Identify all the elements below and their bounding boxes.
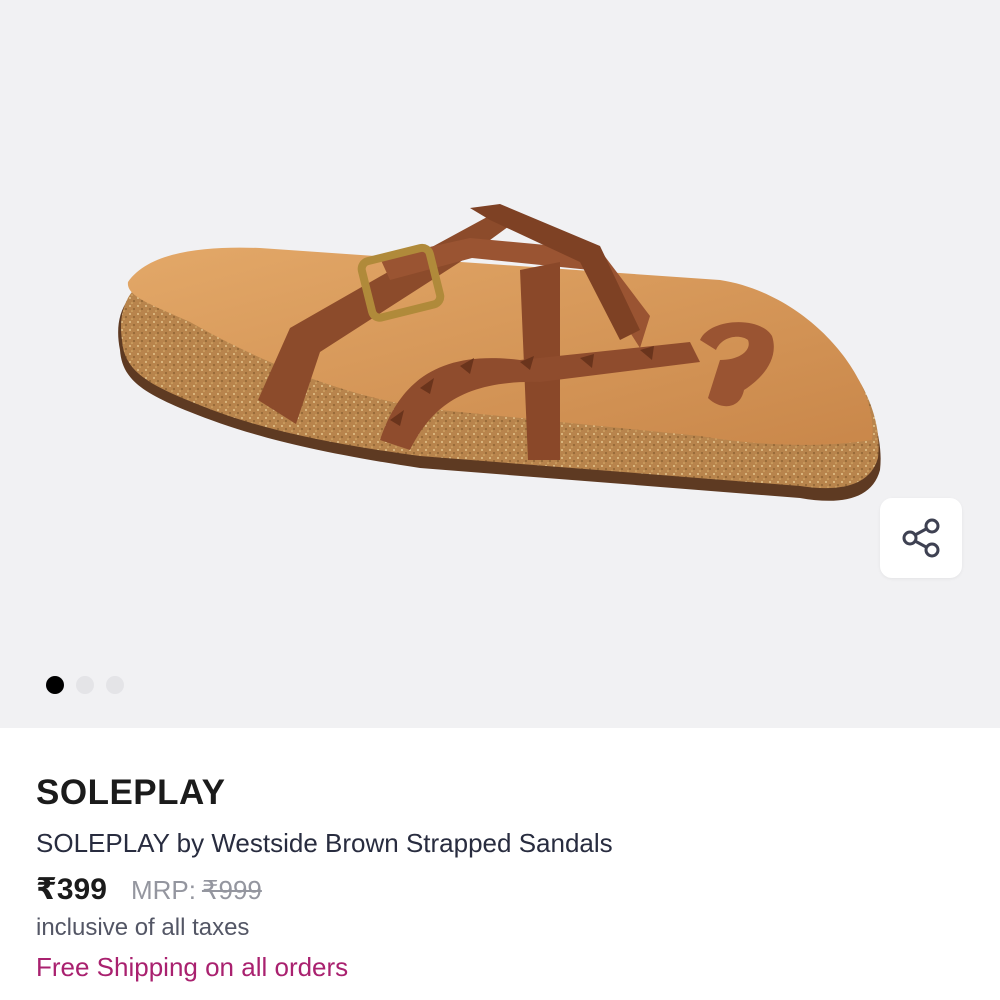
product-image[interactable]: [0, 0, 1000, 728]
share-button[interactable]: [880, 498, 962, 578]
selling-price: ₹399: [36, 873, 107, 906]
brand-name[interactable]: SOLEPLAY: [36, 772, 964, 814]
mrp-value: ₹999: [201, 875, 262, 905]
product-info: SOLEPLAY SOLEPLAY by Westside Brown Stra…: [36, 772, 964, 984]
mrp: MRP: ₹999: [131, 870, 262, 910]
shipping-note: Free Shipping on all orders: [36, 952, 349, 982]
carousel-dot-2[interactable]: [76, 676, 94, 694]
tax-note: inclusive of all taxes: [36, 914, 250, 941]
carousel-dot-3[interactable]: [106, 676, 124, 694]
price-row: ₹399 MRP: ₹999: [36, 870, 964, 910]
mrp-label: MRP:: [130, 875, 196, 905]
product-title: SOLEPLAY by Westside Brown Strapped Sand…: [36, 828, 613, 858]
carousel-dot-1[interactable]: [46, 676, 64, 694]
carousel-indicator: [46, 676, 124, 694]
share-icon: [902, 518, 940, 558]
product-image-gallery[interactable]: [0, 0, 1000, 728]
